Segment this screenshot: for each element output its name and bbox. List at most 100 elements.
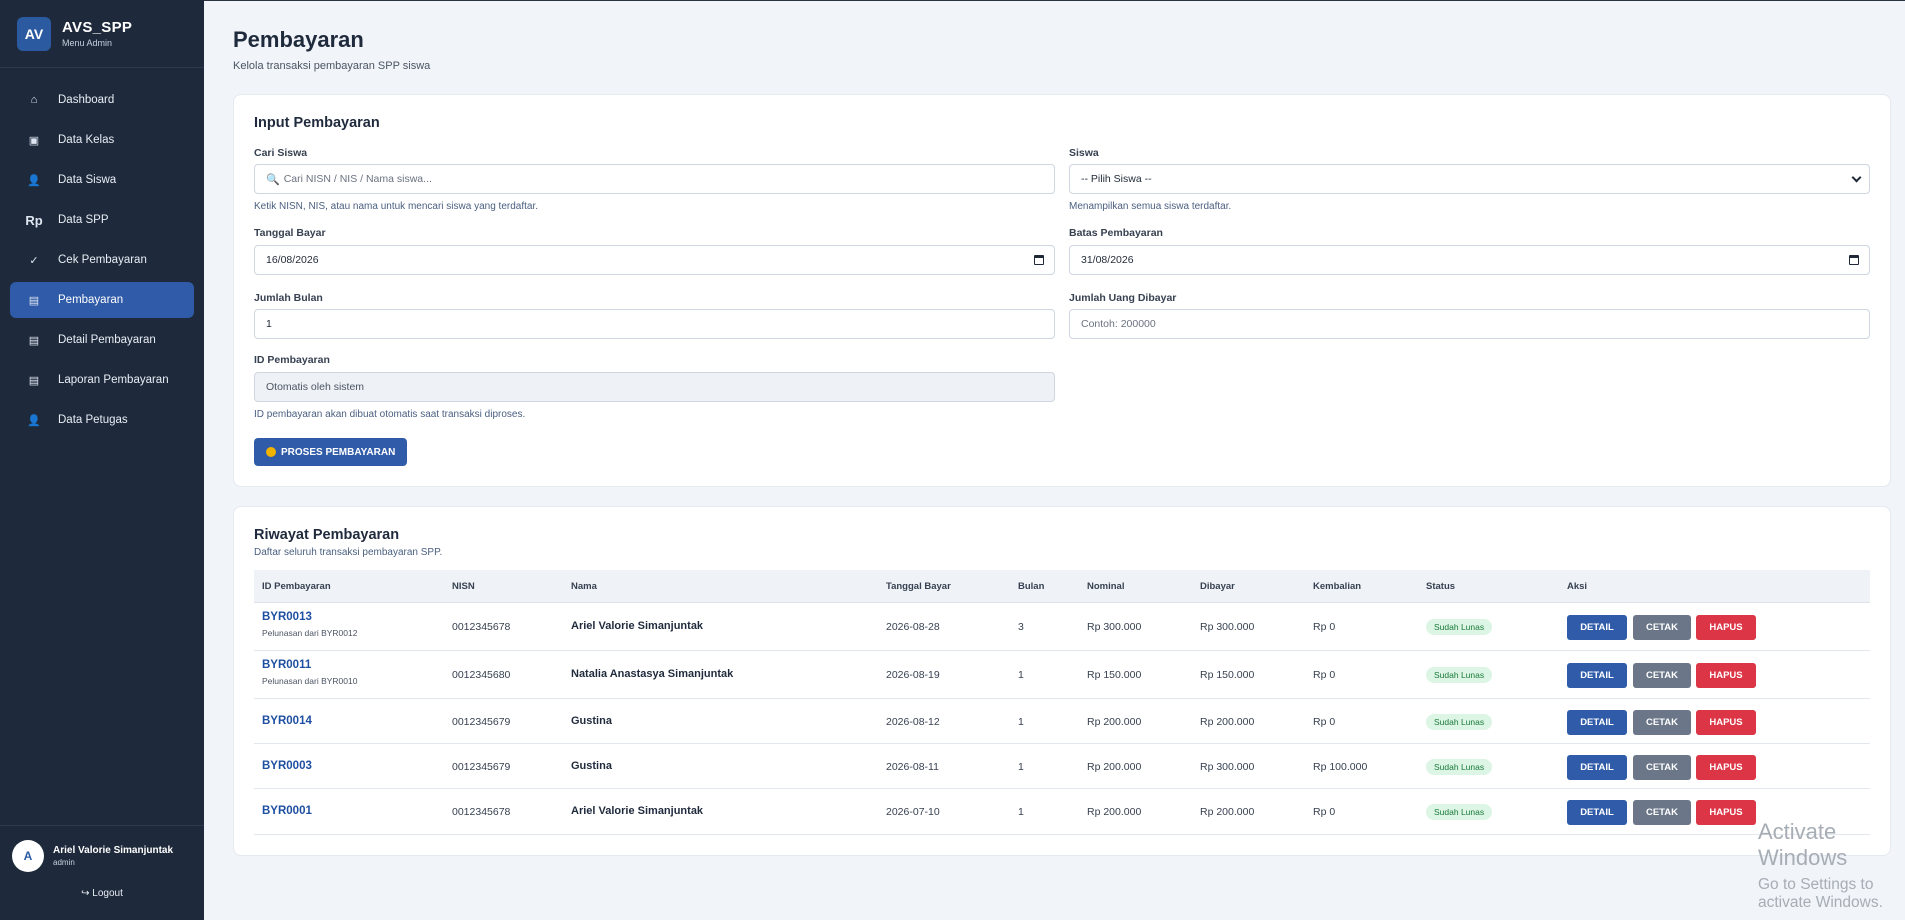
logout-link[interactable]: ↪ Logout <box>0 888 204 899</box>
sidebar-item-label: Detail Pembayaran <box>58 334 156 346</box>
name-cell: Gustina <box>571 759 612 772</box>
payment-id-link[interactable]: BYR0011 <box>262 659 311 671</box>
history-subtitle: Daftar seluruh transaksi pembayaran SPP. <box>254 547 443 558</box>
amount-paid-placeholder: Contoh: 200000 <box>1081 318 1156 330</box>
sidebar-footer: A Ariel Valorie Simanjuntak admin ↪ Logo… <box>0 825 204 920</box>
column-header: Status <box>1426 581 1456 592</box>
sidebar-item-label: Data SPP <box>58 214 109 226</box>
month-count-input[interactable]: 1 <box>254 309 1055 339</box>
sidebar-item-4[interactable]: ✓ Cek Pembayaran <box>10 242 194 278</box>
column-header: Aksi <box>1567 581 1588 592</box>
money-bag-icon <box>266 447 276 457</box>
input-card-title: Input Pembayaran <box>254 115 380 131</box>
sidebar-item-1[interactable]: ▣ Data Kelas <box>10 122 194 158</box>
delete-button[interactable]: HAPUS <box>1696 754 1756 780</box>
user-name: Ariel Valorie Simanjuntak <box>53 845 174 856</box>
list-icon: ▤ <box>28 374 40 387</box>
main-content: Pembayaran Kelola transaksi pembayaran S… <box>204 0 1905 920</box>
sidebar-item-8[interactable]: 👤 Data Petugas <box>10 402 194 438</box>
change-cell: Rp 0 <box>1313 669 1336 681</box>
student-select-label: Siswa <box>1069 147 1099 159</box>
brand-title: AVS_SPP <box>62 19 133 36</box>
payment-date-input[interactable]: 16/08/2026 <box>254 245 1055 275</box>
calendar-icon[interactable] <box>1034 255 1044 265</box>
delete-button[interactable]: HAPUS <box>1696 800 1756 825</box>
brand-logo: AV <box>17 16 51 51</box>
paid-cell: Rp 200.000 <box>1200 806 1255 818</box>
table-row: BYR0014 0012345679 Gustina 2026-08-12 1 Rp 20… <box>254 699 1870 744</box>
month-cell: 1 <box>1018 806 1024 818</box>
class-icon: ▣ <box>28 134 40 147</box>
print-button[interactable]: CETAK <box>1633 663 1691 688</box>
table-row: BYR0001 0012345678 Ariel Valorie Simanjunt… <box>254 789 1870 835</box>
page-title: Pembayaran <box>233 27 364 52</box>
sidebar-item-3[interactable]: Rp Data SPP <box>10 202 194 238</box>
sidebar-item-label: Data Kelas <box>58 134 115 146</box>
month-count-value: 1 <box>266 318 272 330</box>
nominal-cell: Rp 150.000 <box>1087 669 1142 681</box>
status-badge: Sudah Lunas <box>1426 758 1493 775</box>
name-cell: Natalia Anastasya Simanjuntak <box>571 668 734 680</box>
sidebar-nav: ⌂ Dashboard ▣ Data Kelas 👤 Data Siswa Rp Data S… <box>0 68 204 438</box>
sidebar-item-2[interactable]: 👤 Data Siswa <box>10 162 194 198</box>
student-select[interactable]: -- Pilih Siswa -- <box>1069 164 1870 194</box>
process-payment-label: PROSES PEMBAYARAN <box>281 446 396 458</box>
month-cell: 1 <box>1018 760 1024 773</box>
table-row: BYR0011 Pelunasan dari BYR0010 0012345680 N… <box>254 651 1870 699</box>
payment-note: Pelunasan dari BYR0010 <box>262 676 358 686</box>
sidebar-item-6[interactable]: ▤ Detail Pembayaran <box>10 322 194 358</box>
detail-button[interactable]: DETAIL <box>1567 800 1627 825</box>
column-header: Nama <box>571 581 597 592</box>
due-date-input[interactable]: 31/08/2026 <box>1069 245 1870 275</box>
payment-id-link[interactable]: BYR0013 <box>262 611 312 623</box>
list-icon: ▤ <box>28 294 40 307</box>
nisn-cell: 0012345678 <box>452 806 511 818</box>
nominal-cell: Rp 200.000 <box>1087 715 1142 728</box>
detail-button[interactable]: DETAIL <box>1567 754 1627 780</box>
print-button[interactable]: CETAK <box>1633 754 1691 780</box>
nisn-cell: 0012345679 <box>452 715 511 728</box>
change-cell: Rp 0 <box>1313 621 1336 633</box>
detail-button[interactable]: DETAIL <box>1567 615 1627 640</box>
sidebar-item-label: Laporan Pembayaran <box>58 374 169 386</box>
print-button[interactable]: CETAK <box>1633 800 1691 825</box>
sidebar-item-0[interactable]: ⌂ Dashboard <box>10 82 194 118</box>
paid-cell: Rp 300.000 <box>1200 760 1255 773</box>
windows-activation-watermark: Activate Windows Go to Settings to activ… <box>1758 819 1905 912</box>
print-button[interactable]: CETAK <box>1633 615 1691 640</box>
sidebar-item-5[interactable]: ▤ Pembayaran <box>10 282 194 318</box>
due-date-label: Batas Pembayaran <box>1069 227 1163 239</box>
process-payment-button[interactable]: PROSES PEMBAYARAN <box>254 438 408 466</box>
payment-id-hint: ID pembayaran akan dibuat otomatis saat … <box>254 409 526 420</box>
delete-button[interactable]: HAPUS <box>1696 709 1756 735</box>
amount-paid-input[interactable]: Contoh: 200000 <box>1069 309 1870 339</box>
sidebar-item-label: Data Siswa <box>58 174 117 186</box>
column-header: Bulan <box>1018 581 1045 592</box>
officer-icon: 👤 <box>27 414 41 427</box>
status-badge: Sudah Lunas <box>1426 804 1493 820</box>
name-cell: Ariel Valorie Simanjuntak <box>571 805 704 817</box>
delete-button[interactable]: HAPUS <box>1696 615 1756 640</box>
calendar-icon[interactable] <box>1849 255 1859 265</box>
search-student-input[interactable]: 🔍 Cari NISN / NIS / Nama siswa... <box>254 164 1055 194</box>
user-role: admin <box>53 858 75 867</box>
payment-note: Pelunasan dari BYR0012 <box>262 628 358 638</box>
nominal-cell: Rp 200.000 <box>1087 760 1142 773</box>
delete-button[interactable]: HAPUS <box>1696 663 1756 688</box>
print-button[interactable]: CETAK <box>1633 709 1691 735</box>
due-date-value: 31/08/2026 <box>1081 254 1134 266</box>
brand: AV AVS_SPP Menu Admin <box>0 0 204 68</box>
search-icon: 🔍 <box>266 173 280 186</box>
payment-id-link[interactable]: BYR0001 <box>262 805 312 817</box>
payment-id-link[interactable]: BYR0014 <box>262 715 312 727</box>
sidebar-item-7[interactable]: ▤ Laporan Pembayaran <box>10 362 194 398</box>
detail-button[interactable]: DETAIL <box>1567 709 1627 735</box>
detail-button[interactable]: DETAIL <box>1567 663 1627 688</box>
payment-id-label: ID Pembayaran <box>254 354 330 366</box>
student-select-value: -- Pilih Siswa -- <box>1081 173 1152 185</box>
change-cell: Rp 0 <box>1313 806 1336 818</box>
column-header: Nominal <box>1087 581 1125 592</box>
payment-id-link[interactable]: BYR0003 <box>262 760 312 772</box>
date-cell: 2026-07-10 <box>886 806 940 818</box>
sidebar: AV AVS_SPP Menu Admin ⌂ Dashboard ▣ Data Ke… <box>0 0 204 920</box>
